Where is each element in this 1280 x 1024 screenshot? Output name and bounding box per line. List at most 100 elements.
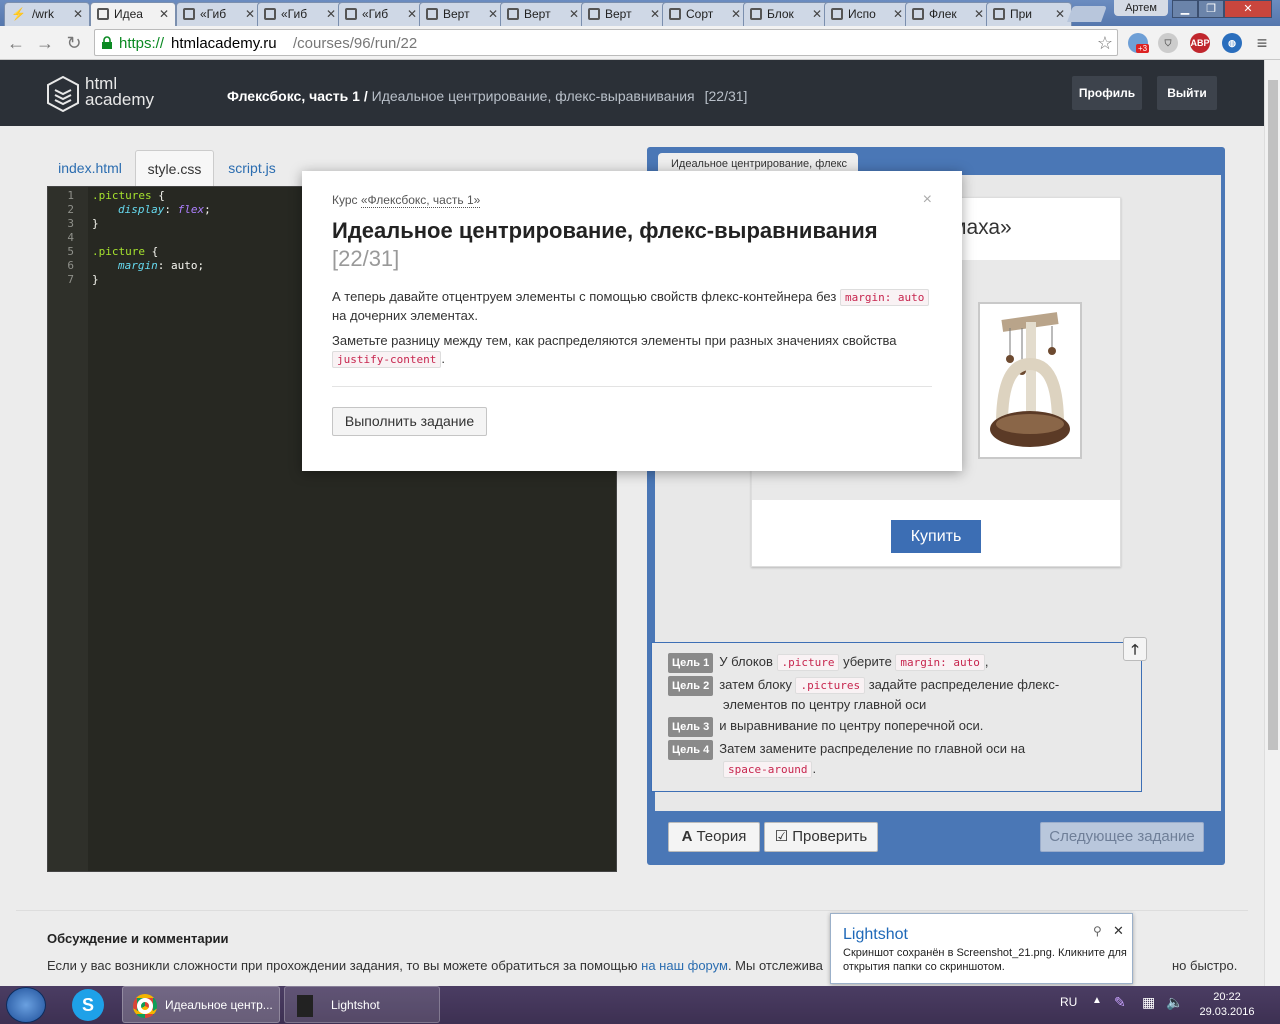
minimize-icon[interactable]: ▁: [1172, 0, 1198, 18]
browser-tab[interactable]: Верт ✕: [419, 2, 505, 26]
tray-expand-icon[interactable]: ▲: [1092, 995, 1102, 1006]
system-clock[interactable]: 20:22 29.03.2016: [1196, 990, 1258, 1020]
close-tab-icon[interactable]: ✕: [488, 7, 498, 21]
browser-tab[interactable]: «Гиб ✕: [257, 2, 343, 26]
menu-icon[interactable]: ≡: [1252, 33, 1272, 53]
close-icon[interactable]: ×: [923, 191, 932, 209]
close-tab-icon[interactable]: ✕: [650, 7, 660, 21]
close-tab-icon[interactable]: ✕: [569, 7, 579, 21]
url-path: /courses/96/run/22: [293, 35, 418, 52]
close-tab-icon[interactable]: ✕: [245, 7, 255, 21]
scrollbar-thumb[interactable]: [1268, 80, 1278, 750]
shield-icon[interactable]: ⛉: [1158, 33, 1178, 53]
logout-button[interactable]: Выйти: [1157, 76, 1217, 110]
lightshot-app-icon: [297, 994, 313, 1017]
start-task-button[interactable]: Выполнить задание: [332, 407, 487, 436]
taskbar-lightshot-item[interactable]: Lightshot: [284, 986, 440, 1023]
taskbar-chrome-item[interactable]: Идеальное центр...: [122, 986, 280, 1023]
browser-tab[interactable]: Испо ✕: [824, 2, 910, 26]
browser-toolbar: ← → ↻ https:// htmlacademy.ru /courses/9…: [0, 26, 1280, 60]
close-icon[interactable]: ✕: [1113, 923, 1124, 939]
goal-label: Цель 1: [668, 653, 714, 673]
goal-item: Цель 3и выравнивание по центру поперечно…: [668, 717, 983, 737]
url-scheme: https://: [119, 35, 165, 52]
back-icon[interactable]: ←: [6, 33, 26, 53]
line-number: 5: [67, 245, 74, 258]
tab-index-html[interactable]: index.html: [50, 150, 130, 186]
discussion-text: Если у вас возникли сложности при прохож…: [47, 958, 823, 973]
browser-tab[interactable]: Сорт ✕: [662, 2, 748, 26]
check-button[interactable]: ☑ Проверить: [764, 822, 878, 852]
breadcrumb-course[interactable]: Флексбокс, часть 1: [227, 88, 360, 104]
forum-link[interactable]: на наш форум: [641, 958, 728, 973]
htmlacademy-icon: [345, 8, 357, 20]
new-tab-button[interactable]: [1067, 6, 1107, 22]
start-button[interactable]: [6, 987, 46, 1023]
logo-text-2: academy: [85, 90, 154, 109]
language-indicator[interactable]: RU: [1060, 995, 1077, 1009]
maximize-icon[interactable]: ❐: [1198, 0, 1224, 18]
cat-tree-image: [990, 312, 1070, 447]
browser-tab[interactable]: При ✕: [986, 2, 1072, 26]
close-tab-icon[interactable]: ✕: [812, 7, 822, 21]
goal-label: Цель 3: [668, 717, 714, 737]
modal-title: Идеальное центрирование, флекс-выравнива…: [332, 217, 942, 273]
browser-tab-active[interactable]: Идеа ✕: [90, 2, 176, 26]
close-tab-icon[interactable]: ✕: [893, 7, 903, 21]
adblock-icon[interactable]: ABP: [1190, 33, 1210, 53]
browser-user-chip[interactable]: Артем: [1114, 0, 1168, 16]
close-tab-icon[interactable]: ✕: [159, 7, 169, 21]
browser-tab[interactable]: Верт ✕: [581, 2, 667, 26]
theory-icon: A: [681, 828, 693, 845]
code-line: display: flex;: [118, 203, 211, 216]
next-task-button[interactable]: Следующее задание: [1040, 822, 1204, 852]
volume-icon[interactable]: 🔈: [1166, 994, 1183, 1011]
modal-paragraph: А теперь давайте отцентруем элементы с п…: [332, 288, 942, 325]
reload-icon[interactable]: ↻: [64, 33, 84, 53]
htmlacademy-icon: [912, 8, 924, 20]
modal-course: Курс «Флексбокс, часть 1»: [332, 193, 481, 208]
task-modal: Курс «Флексбокс, часть 1» × Идеальное це…: [302, 171, 962, 471]
collapse-goals-icon[interactable]: 🡑: [1123, 637, 1147, 661]
browser-tab[interactable]: Блок ✕: [743, 2, 829, 26]
profile-button[interactable]: Профиль: [1072, 76, 1142, 110]
bookmark-star-icon[interactable]: ☆: [1097, 33, 1113, 54]
pin-icon[interactable]: ⚲: [1093, 924, 1102, 938]
skype-icon[interactable]: S: [72, 989, 104, 1021]
network-icon[interactable]: ▦: [1142, 994, 1155, 1011]
goal-item: Цель 4 Затем замените распределение по гл…: [668, 740, 1068, 779]
close-tab-icon[interactable]: ✕: [731, 7, 741, 21]
page-scrollbar[interactable]: [1264, 60, 1280, 986]
close-tab-icon[interactable]: ✕: [407, 7, 417, 21]
code-line: }: [92, 273, 99, 286]
close-tab-icon[interactable]: ✕: [73, 7, 83, 21]
htmlacademy-icon: [183, 8, 195, 20]
code-line: margin: auto;: [118, 259, 205, 272]
close-tab-icon[interactable]: ✕: [974, 7, 984, 21]
line-number: 7: [67, 273, 74, 286]
browser-tab[interactable]: «Гиб ✕: [338, 2, 424, 26]
modal-paragraph: Заметьте разницу между тем, как распреде…: [332, 333, 897, 368]
lightshot-notification[interactable]: Lightshot ⚲ ✕ Скриншот сохранён в Screen…: [830, 913, 1133, 984]
close-tab-icon[interactable]: ✕: [326, 7, 336, 21]
address-bar[interactable]: https:// htmlacademy.ru /courses/96/run/…: [94, 29, 1118, 56]
htmlacademy-icon: [669, 8, 681, 20]
buy-button[interactable]: Купить: [891, 520, 981, 553]
browser-tab[interactable]: ⚡/wrk ✕: [4, 2, 90, 26]
bolt-icon: ⚡: [11, 7, 26, 21]
tab-style-css[interactable]: style.css: [135, 150, 214, 186]
close-tab-icon[interactable]: ✕: [1055, 7, 1065, 21]
globe-icon[interactable]: ◍: [1222, 33, 1242, 53]
lightshot-tray-icon[interactable]: ✎: [1114, 994, 1126, 1011]
close-window-icon[interactable]: ✕: [1224, 0, 1272, 18]
browser-tab[interactable]: Флек ✕: [905, 2, 991, 26]
checkbox-icon: ☑: [774, 828, 789, 845]
tab-script-js[interactable]: script.js: [218, 150, 286, 186]
browser-tab[interactable]: Верт ✕: [500, 2, 586, 26]
course-link[interactable]: «Флексбокс, часть 1»: [360, 193, 481, 208]
browser-tab-strip: ⚡/wrk ✕ Идеа ✕ «Гиб ✕ «Гиб ✕ «Гиб ✕ Верт ✕ Вер…: [0, 0, 1280, 26]
discussion-title: Обсуждение и комментарии: [47, 931, 229, 946]
theory-button[interactable]: A Теория: [668, 822, 760, 852]
browser-tab[interactable]: «Гиб ✕: [176, 2, 262, 26]
forward-icon[interactable]: →: [35, 33, 55, 53]
